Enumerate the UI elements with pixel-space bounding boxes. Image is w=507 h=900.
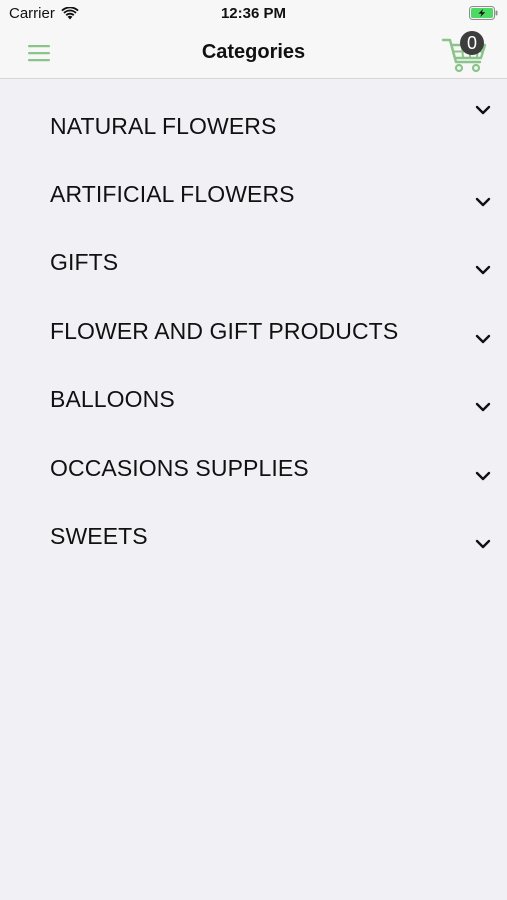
- chevron-down-icon: [475, 539, 491, 549]
- category-label: GIFTS: [50, 249, 119, 275]
- category-item-flower-and-gift-products[interactable]: FLOWER AND GIFT PRODUCTS: [0, 286, 507, 355]
- navigation-bar: Categories 0: [0, 28, 507, 79]
- category-label: SWEETS: [50, 523, 148, 549]
- category-item-natural-flowers[interactable]: NATURAL FLOWERS: [0, 80, 507, 149]
- chevron-down-icon: [475, 334, 491, 343]
- clock: 12:36 PM: [220, 5, 287, 22]
- category-item-occasions-supplies[interactable]: OCCASIONS SUPPLIES: [0, 423, 507, 492]
- category-item-balloons[interactable]: BALLOONS: [0, 354, 507, 423]
- chevron-down-icon: [475, 197, 491, 206]
- category-item-gifts[interactable]: GIFTS: [0, 217, 507, 286]
- chevron-down-icon: [475, 105, 491, 115]
- category-label: FLOWER AND GIFT PRODUCTS: [50, 317, 399, 344]
- category-label: BALLOONS: [50, 386, 175, 412]
- category-list: NATURAL FLOWERS ARTIFICIAL FLOWERS GIFTS…: [0, 80, 507, 560]
- page-title: Categories: [201, 41, 306, 63]
- status-bar: Carrier 12:36 PM: [0, 0, 507, 28]
- category-item-artificial-flowers[interactable]: ARTIFICIAL FLOWERS: [0, 149, 507, 218]
- category-label: OCCASIONS SUPPLIES: [50, 454, 309, 481]
- category-label: NATURAL FLOWERS: [50, 113, 277, 139]
- chevron-down-icon: [475, 471, 491, 480]
- battery-charging-icon: [469, 6, 498, 20]
- chevron-down-icon: [475, 402, 491, 412]
- category-item-sweets[interactable]: SWEETS: [0, 491, 507, 560]
- chevron-down-icon: [475, 265, 491, 275]
- cart-count-badge: 0: [460, 31, 484, 55]
- category-label: ARTIFICIAL FLOWERS: [50, 180, 295, 207]
